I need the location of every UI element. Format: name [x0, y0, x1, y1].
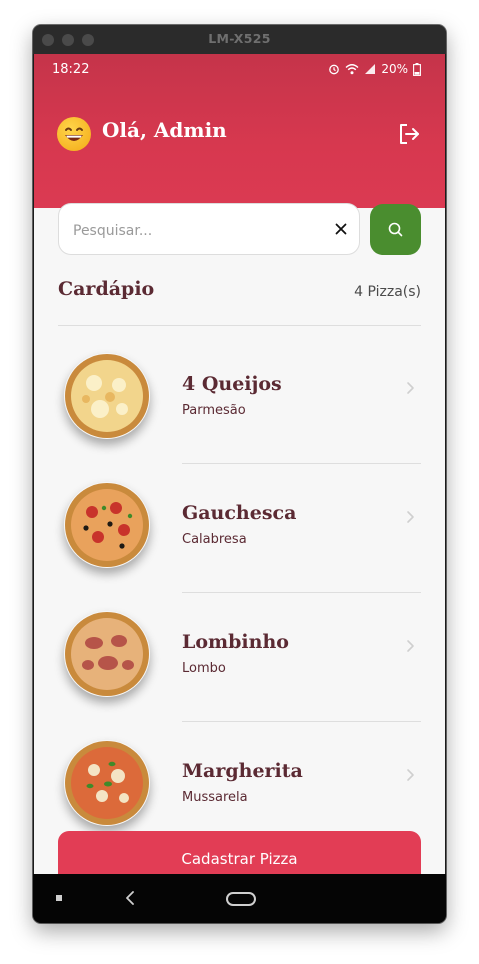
battery-percent: 20%: [381, 62, 408, 76]
search-button[interactable]: [370, 204, 421, 255]
recents-icon[interactable]: [56, 895, 62, 901]
close-icon[interactable]: [333, 221, 349, 237]
divider: [182, 721, 421, 722]
emulator-titlebar: LM-X525: [33, 25, 446, 54]
divider: [58, 325, 421, 326]
wifi-icon: [345, 64, 359, 75]
pizza-name: 4 Queijos: [182, 373, 282, 395]
pizza-image: [65, 612, 149, 696]
battery-icon: [413, 62, 421, 76]
back-icon[interactable]: [124, 890, 136, 906]
home-icon[interactable]: [226, 892, 256, 906]
pizza-image: [65, 741, 149, 825]
divider: [182, 592, 421, 593]
pizza-name: Gauchesca: [182, 502, 297, 524]
search-box: [58, 203, 360, 255]
search-input[interactable]: [71, 216, 325, 246]
chevron-right-icon: [407, 769, 414, 781]
pizza-description: Lombo: [182, 661, 226, 676]
chevron-right-icon: [407, 382, 414, 394]
greeting-title: Olá, Admin: [102, 118, 227, 142]
status-time: 18:22: [52, 62, 90, 77]
list-item[interactable]: 4 Queijos Parmesão: [34, 353, 445, 482]
status-icons: 20%: [328, 62, 421, 76]
pizza-name: Lombinho: [182, 631, 289, 653]
search-icon: [388, 222, 403, 237]
list-item[interactable]: Gauchesca Calabresa: [34, 482, 445, 611]
chevron-right-icon: [407, 640, 414, 652]
app-header: 18:22 20% Olá, Admin: [34, 54, 445, 208]
pizza-image: [65, 483, 149, 567]
chevron-right-icon: [407, 511, 414, 523]
divider: [182, 463, 421, 464]
register-pizza-button[interactable]: Cadastrar Pizza: [58, 831, 421, 874]
pizza-count: 4 Pizza(s): [354, 284, 421, 300]
android-nav-bar: [33, 874, 446, 923]
device-frame: LM-X525 18:22 20% Olá, Admin Pesquisar..…: [33, 25, 446, 923]
alarm-icon: [329, 64, 340, 75]
pizza-description: Parmesão: [182, 403, 246, 418]
signal-icon: [365, 64, 376, 74]
pizza-image: [65, 354, 149, 438]
app-screen: 18:22 20% Olá, Admin Pesquisar... Cardáp…: [34, 54, 445, 874]
logout-icon[interactable]: [397, 122, 421, 146]
menu-title: Cardápio: [58, 278, 155, 300]
pizza-name: Margherita: [182, 760, 303, 782]
pizza-description: Mussarela: [182, 790, 248, 805]
pizza-description: Calabresa: [182, 532, 247, 547]
list-item[interactable]: Lombinho Lombo: [34, 611, 445, 740]
device-name: LM-X525: [208, 31, 271, 46]
grinning-face-icon: [57, 117, 91, 151]
